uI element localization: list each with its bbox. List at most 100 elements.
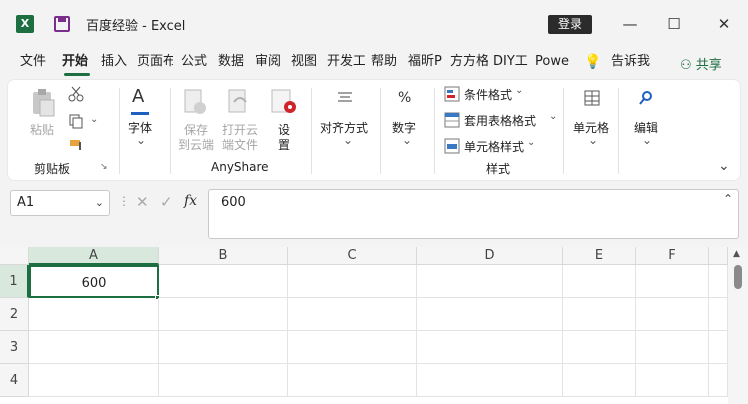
settings-icon[interactable] bbox=[270, 88, 298, 116]
lightbulb-icon[interactable]: 💡 bbox=[584, 50, 598, 76]
cell-d3[interactable] bbox=[417, 331, 563, 364]
cell-a2[interactable] bbox=[29, 298, 159, 331]
scroll-up-icon[interactable]: ▲ bbox=[733, 249, 740, 259]
cell-a1[interactable]: 600 bbox=[29, 265, 159, 298]
cell-style-label[interactable]: 单元格样式 bbox=[464, 138, 524, 155]
chevron-down-icon[interactable]: ⌄ bbox=[642, 133, 652, 147]
cell-b2[interactable] bbox=[159, 298, 288, 331]
font-icon[interactable]: A bbox=[132, 86, 144, 107]
formula-input[interactable]: 600 ⌃ bbox=[208, 189, 739, 239]
save-to-cloud-icon[interactable] bbox=[182, 88, 208, 116]
cell-e1[interactable] bbox=[563, 265, 636, 298]
open-cloud-file-icon[interactable] bbox=[226, 88, 252, 116]
cell-d2[interactable] bbox=[417, 298, 563, 331]
column-header-a[interactable]: A bbox=[29, 247, 159, 265]
worksheet-grid[interactable]: A B C D E F 1 2 3 4 600 bbox=[0, 247, 748, 404]
cell-c1[interactable] bbox=[288, 265, 417, 298]
tab-data[interactable]: 数据 bbox=[218, 50, 248, 76]
align-icon[interactable] bbox=[337, 92, 353, 104]
cell-d4[interactable] bbox=[417, 364, 563, 397]
tab-fangfang[interactable]: 方方格 bbox=[450, 50, 488, 76]
insert-function-icon[interactable]: fx bbox=[184, 193, 197, 209]
cell-b3[interactable] bbox=[159, 331, 288, 364]
row-header-2[interactable]: 2 bbox=[0, 298, 29, 331]
chevron-down-icon[interactable]: ⌄ bbox=[402, 133, 412, 147]
tab-tell-me[interactable]: 告诉我 bbox=[611, 50, 655, 76]
cell-f1[interactable] bbox=[636, 265, 709, 298]
cell-b4[interactable] bbox=[159, 364, 288, 397]
tab-home[interactable]: 开始 bbox=[62, 50, 92, 76]
chevron-down-icon[interactable]: ⌄ bbox=[527, 137, 535, 148]
cell-style-icon[interactable] bbox=[444, 138, 460, 154]
close-button[interactable]: ✕ bbox=[712, 12, 736, 36]
collapse-ribbon-icon[interactable]: ⌄ bbox=[718, 158, 730, 174]
row-header-1[interactable]: 1 bbox=[0, 265, 29, 298]
table-format-icon[interactable] bbox=[444, 112, 460, 128]
cut-icon[interactable] bbox=[68, 86, 84, 102]
chevron-down-icon[interactable]: ⌄ bbox=[515, 85, 523, 96]
tab-foxit[interactable]: 福昕P bbox=[408, 50, 446, 76]
collapse-formula-icon[interactable]: ⌃ bbox=[723, 192, 733, 206]
cell-e4[interactable] bbox=[563, 364, 636, 397]
paste-icon[interactable] bbox=[30, 88, 56, 118]
save-icon[interactable] bbox=[54, 16, 70, 32]
select-all-corner[interactable] bbox=[0, 247, 29, 265]
scrollbar-thumb[interactable] bbox=[734, 265, 742, 289]
check-icon[interactable]: ✓ bbox=[160, 193, 173, 211]
cell-f3[interactable] bbox=[636, 331, 709, 364]
row-header-4[interactable]: 4 bbox=[0, 364, 29, 397]
tab-power[interactable]: Powe bbox=[535, 50, 571, 76]
cells-icon[interactable] bbox=[584, 90, 600, 106]
cancel-icon[interactable]: ✕ bbox=[136, 193, 149, 211]
percent-icon[interactable]: % bbox=[398, 90, 411, 106]
tab-insert[interactable]: 插入 bbox=[101, 50, 131, 76]
column-header-partial[interactable] bbox=[709, 247, 728, 265]
tab-file[interactable]: 文件 bbox=[20, 50, 50, 76]
chevron-down-icon[interactable]: ⌄ bbox=[549, 111, 557, 122]
cell-g2[interactable] bbox=[709, 298, 728, 331]
cell-c2[interactable] bbox=[288, 298, 417, 331]
cell-g3[interactable] bbox=[709, 331, 728, 364]
cell-a4[interactable] bbox=[29, 364, 159, 397]
cell-a3[interactable] bbox=[29, 331, 159, 364]
format-painter-icon[interactable] bbox=[68, 137, 86, 153]
cell-e2[interactable] bbox=[563, 298, 636, 331]
tab-help[interactable]: 帮助 bbox=[371, 50, 401, 76]
conditional-format-icon[interactable] bbox=[444, 86, 460, 102]
tab-review[interactable]: 审阅 bbox=[255, 50, 285, 76]
table-format-label[interactable]: 套用表格格式 bbox=[464, 112, 536, 129]
column-header-c[interactable]: C bbox=[288, 247, 417, 265]
share-button[interactable]: ⚇ 共享 bbox=[680, 54, 722, 73]
column-header-e[interactable]: E bbox=[563, 247, 636, 265]
search-icon[interactable] bbox=[638, 90, 654, 106]
tab-page-layout[interactable]: 页面布 bbox=[137, 50, 173, 76]
conditional-format-label[interactable]: 条件格式 bbox=[464, 86, 512, 103]
row-header-3[interactable]: 3 bbox=[0, 331, 29, 364]
chevron-down-icon[interactable]: ⌄ bbox=[95, 191, 104, 215]
tab-diy[interactable]: DIY工 bbox=[493, 50, 529, 76]
tab-formulas[interactable]: 公式 bbox=[181, 50, 211, 76]
column-header-b[interactable]: B bbox=[159, 247, 288, 265]
dialog-launcher-icon[interactable]: ↘ bbox=[100, 162, 108, 172]
maximize-button[interactable]: ☐ bbox=[662, 12, 686, 36]
tab-developer[interactable]: 开发工 bbox=[327, 50, 365, 76]
cell-f4[interactable] bbox=[636, 364, 709, 397]
cell-f2[interactable] bbox=[636, 298, 709, 331]
column-header-f[interactable]: F bbox=[636, 247, 709, 265]
tab-view[interactable]: 视图 bbox=[291, 50, 321, 76]
name-box[interactable]: A1 ⌄ bbox=[10, 190, 110, 216]
copy-dropdown-icon[interactable]: ⌄ bbox=[90, 114, 98, 125]
cell-e3[interactable] bbox=[563, 331, 636, 364]
vertical-scrollbar[interactable]: ▲ bbox=[728, 247, 748, 404]
cell-b1[interactable] bbox=[159, 265, 288, 298]
cell-c4[interactable] bbox=[288, 364, 417, 397]
cell-c3[interactable] bbox=[288, 331, 417, 364]
minimize-button[interactable]: — bbox=[618, 12, 642, 36]
column-header-d[interactable]: D bbox=[417, 247, 563, 265]
copy-icon[interactable] bbox=[68, 113, 84, 129]
chevron-down-icon[interactable]: ⌄ bbox=[588, 133, 598, 147]
cell-g1[interactable] bbox=[709, 265, 728, 298]
cell-d1[interactable] bbox=[417, 265, 563, 298]
login-button[interactable]: 登录 bbox=[548, 15, 592, 34]
chevron-down-icon[interactable]: ⌄ bbox=[343, 133, 353, 147]
